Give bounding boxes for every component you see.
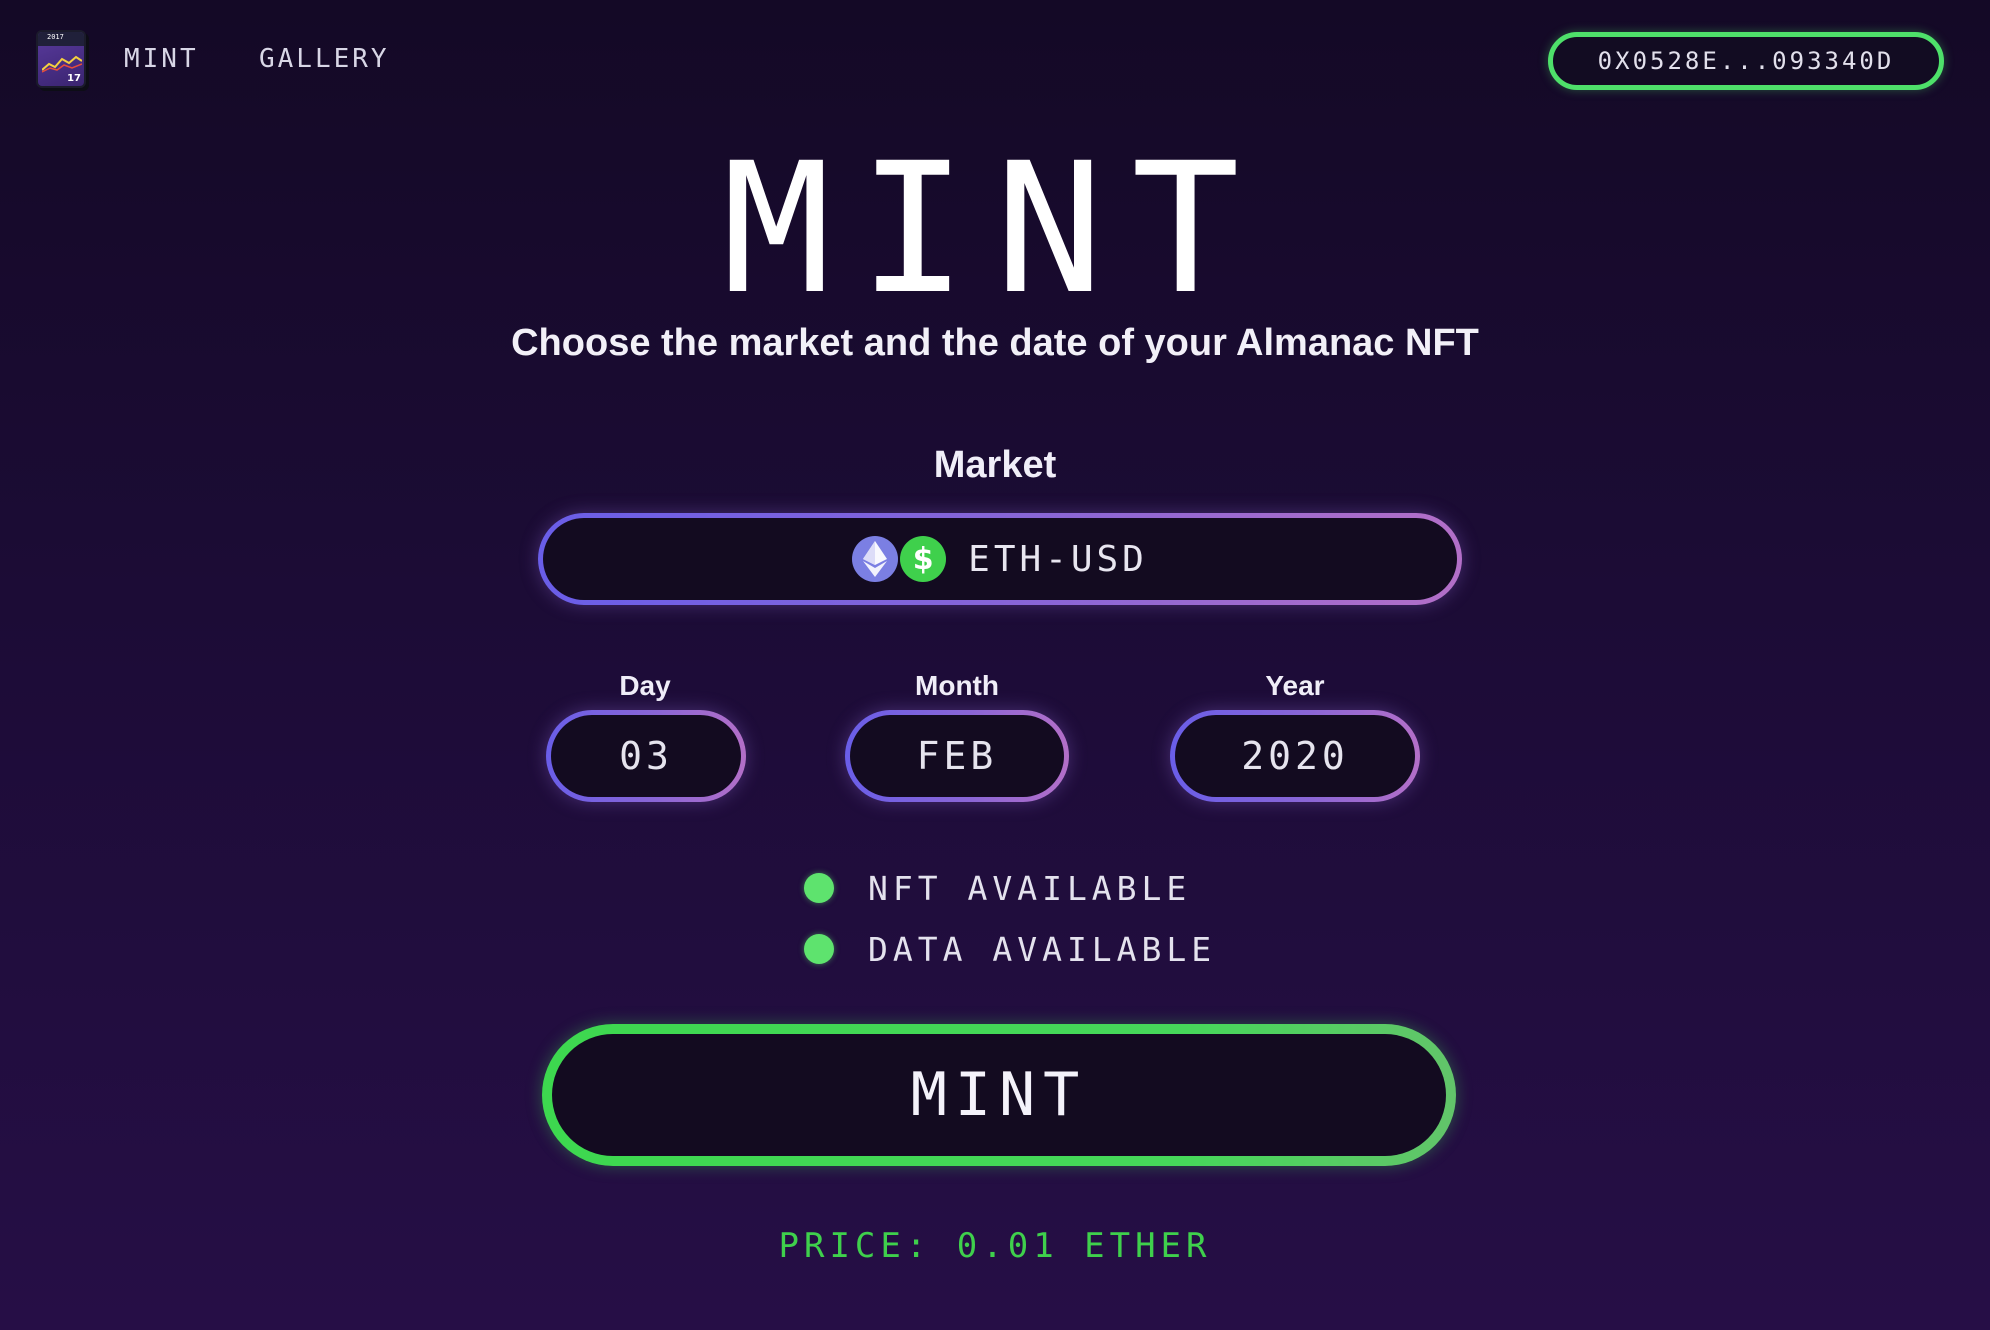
logo-year-text: 2017	[47, 33, 64, 41]
data-availability-status: DATA AVAILABLE	[804, 929, 1216, 969]
nft-availability-label: NFT AVAILABLE	[868, 868, 1192, 908]
nft-availability-status: NFT AVAILABLE	[804, 868, 1191, 908]
market-value: ETH-USD	[968, 538, 1148, 580]
logo-chart-icon	[42, 55, 82, 73]
top-navigation: 2017 17 MINT GALLERY 0X0528E...093340D	[0, 0, 1990, 120]
month-value: FEB	[850, 715, 1064, 797]
month-label: Month	[915, 670, 999, 701]
mint-button[interactable]: MINT	[542, 1024, 1456, 1166]
status-dot-icon	[804, 934, 834, 964]
market-selector-inner: $ ETH-USD	[543, 518, 1457, 600]
month-selector[interactable]: FEB	[845, 710, 1069, 802]
data-availability-label: DATA AVAILABLE	[868, 929, 1217, 969]
price-text: PRICE: 0.01 ETHER	[778, 1226, 1212, 1266]
wallet-address-button[interactable]: 0X0528E...093340D	[1548, 32, 1944, 90]
page-title: MINT	[722, 125, 1268, 334]
year-value: 2020	[1175, 715, 1415, 797]
nav-link-mint[interactable]: MINT	[124, 44, 199, 74]
year-selector[interactable]: 2020	[1170, 710, 1420, 802]
market-selector[interactable]: $ ETH-USD	[538, 513, 1462, 605]
market-label: Market	[933, 444, 1057, 486]
mint-button-label: MINT	[552, 1034, 1446, 1156]
ethereum-icon	[852, 536, 899, 582]
day-selector[interactable]: 03	[546, 710, 746, 802]
page-subtitle: Choose the market and the date of your A…	[511, 322, 1479, 364]
day-value: 03	[551, 715, 741, 797]
almanac-logo[interactable]: 2017 17	[36, 30, 86, 88]
year-label: Year	[1265, 670, 1325, 701]
status-dot-icon	[804, 873, 834, 903]
nav-link-gallery[interactable]: GALLERY	[259, 44, 390, 74]
logo-day-text: 17	[67, 73, 81, 84]
dollar-icon: $	[900, 536, 947, 582]
day-label: Day	[619, 670, 671, 701]
